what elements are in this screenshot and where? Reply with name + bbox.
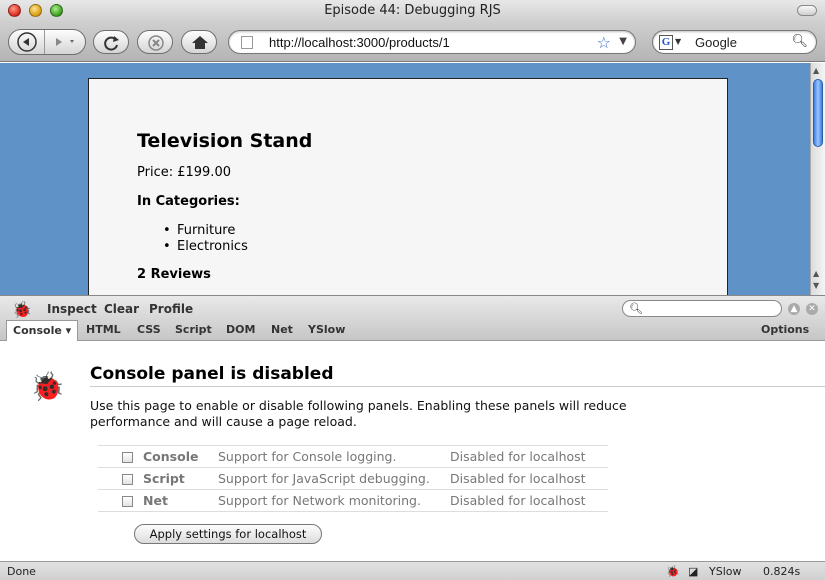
categories-list: Furniture Electronics — [137, 223, 248, 255]
scroll-up-arrow-icon[interactable]: ▲ — [813, 269, 819, 278]
inspect-button[interactable]: Inspect — [47, 302, 97, 316]
search-bar[interactable]: G ▼ Google 🔍︎ — [652, 30, 817, 54]
list-item: Electronics — [137, 239, 248, 255]
yslow-label[interactable]: YSlow — [709, 565, 741, 578]
product-title: Television Stand — [137, 130, 313, 152]
table-row: Net Support for Network monitoring. Disa… — [98, 489, 608, 512]
search-icon: 🔍︎ — [629, 302, 643, 315]
load-time: 0.824s — [763, 565, 801, 578]
profile-button[interactable]: Profile — [149, 302, 193, 316]
net-checkbox[interactable] — [122, 496, 133, 507]
clear-button[interactable]: Clear — [104, 302, 139, 316]
panel-name: Console — [143, 445, 218, 468]
firebug-logo-icon: 🐞 — [30, 370, 65, 403]
panel-desc: Support for JavaScript debugging. — [218, 467, 450, 490]
panel-status: Disabled for localhost — [450, 445, 608, 468]
window-title: Episode 44: Debugging RJS — [324, 3, 501, 18]
firebug-tabs: Console ▾ HTML CSS Script DOM Net YSlow … — [0, 320, 825, 341]
home-icon — [192, 36, 208, 49]
categories-heading: In Categories: — [137, 194, 240, 209]
tab-net[interactable]: Net — [271, 323, 293, 336]
toolbar-toggle-button[interactable] — [797, 5, 817, 16]
star-icon[interactable]: ☆ — [597, 33, 611, 52]
status-text: Done — [7, 565, 36, 578]
panel-description: Use this page to enable or disable follo… — [90, 398, 627, 429]
minimize-window-button[interactable] — [29, 4, 42, 17]
search-input[interactable]: Google — [695, 35, 737, 50]
table-row: Console Support for Console logging. Dis… — [98, 445, 608, 468]
product-card: Television Stand Price: £199.00 In Categ… — [88, 78, 728, 295]
firebug-status-icon[interactable]: 🐞 — [666, 565, 680, 578]
panels-table: Console Support for Console logging. Dis… — [98, 445, 608, 512]
forward-arrow-icon — [56, 38, 74, 46]
firebug-content: 🐞 Console panel is disabled Use this pag… — [0, 342, 825, 560]
close-icon[interactable]: ✕ — [806, 303, 818, 315]
panel-name: Script — [143, 467, 218, 490]
back-button[interactable] — [9, 30, 45, 54]
browser-toolbar: http://localhost:3000/products/1 ☆ ▼ G ▼… — [0, 22, 825, 62]
home-button[interactable] — [181, 30, 217, 54]
panel-desc: Support for Console logging. — [218, 445, 450, 468]
tab-css[interactable]: CSS — [137, 323, 161, 336]
panel-disabled-title: Console panel is disabled — [90, 364, 825, 387]
engine-dropdown-icon[interactable]: ▼ — [675, 37, 681, 46]
reviews-heading: 2 Reviews — [137, 267, 211, 282]
stop-button[interactable] — [137, 30, 173, 54]
table-row: Script Support for JavaScript debugging.… — [98, 467, 608, 490]
close-window-button[interactable] — [8, 4, 21, 17]
panel-name: Net — [143, 489, 218, 512]
detach-icon[interactable]: ▲ — [788, 303, 800, 315]
reload-button[interactable] — [93, 30, 129, 54]
tab-dom[interactable]: DOM — [226, 323, 255, 336]
back-arrow-icon — [17, 32, 37, 52]
zoom-window-button[interactable] — [50, 4, 63, 17]
forward-button[interactable] — [46, 30, 86, 54]
options-button[interactable]: Options — [761, 323, 809, 336]
window-title-bar: Episode 44: Debugging RJS — [0, 0, 825, 22]
url-text[interactable]: http://localhost:3000/products/1 — [269, 35, 450, 50]
scroll-up-icon[interactable]: ▲ — [813, 66, 819, 75]
product-price: Price: £199.00 — [137, 165, 231, 180]
panel-status: Disabled for localhost — [450, 467, 608, 490]
search-icon[interactable]: 🔍︎ — [791, 34, 808, 49]
google-engine-icon[interactable]: G — [659, 35, 673, 50]
status-bar: Done 🐞 ◪ YSlow 0.824s — [0, 561, 825, 580]
chevron-down-icon[interactable]: ▼ — [619, 36, 627, 47]
script-checkbox[interactable] — [122, 474, 133, 485]
address-bar[interactable]: http://localhost:3000/products/1 ☆ ▼ — [228, 30, 636, 54]
back-forward-group — [8, 29, 86, 55]
tab-console-label: Console — [13, 324, 62, 337]
vertical-scrollbar[interactable]: ▲ ▲ ▼ — [810, 63, 825, 295]
firebug-toolbar: 🐞 Inspect Clear Profile 🔍︎ ▲ ✕ — [0, 295, 825, 320]
tab-html[interactable]: HTML — [86, 323, 121, 336]
scroll-down-icon[interactable]: ▼ — [813, 281, 819, 290]
tab-console[interactable]: Console ▾ — [6, 320, 79, 341]
tab-script[interactable]: Script — [175, 323, 212, 336]
panel-status: Disabled for localhost — [450, 489, 608, 512]
page-icon — [241, 36, 253, 49]
firebug-search-input[interactable]: 🔍︎ — [622, 300, 782, 317]
page-viewport: Television Stand Price: £199.00 In Categ… — [0, 63, 810, 295]
console-checkbox[interactable] — [122, 452, 133, 463]
yslow-icon[interactable]: ◪ — [688, 565, 698, 578]
firebug-icon[interactable]: 🐞 — [12, 300, 32, 319]
scrollbar-thumb[interactable] — [813, 79, 823, 147]
list-item: Furniture — [137, 223, 248, 239]
panel-desc: Support for Network monitoring. — [218, 489, 450, 512]
apply-settings-button[interactable]: Apply settings for localhost — [134, 524, 322, 544]
reload-icon — [104, 36, 119, 51]
stop-icon — [148, 35, 164, 51]
tab-yslow[interactable]: YSlow — [308, 323, 345, 336]
